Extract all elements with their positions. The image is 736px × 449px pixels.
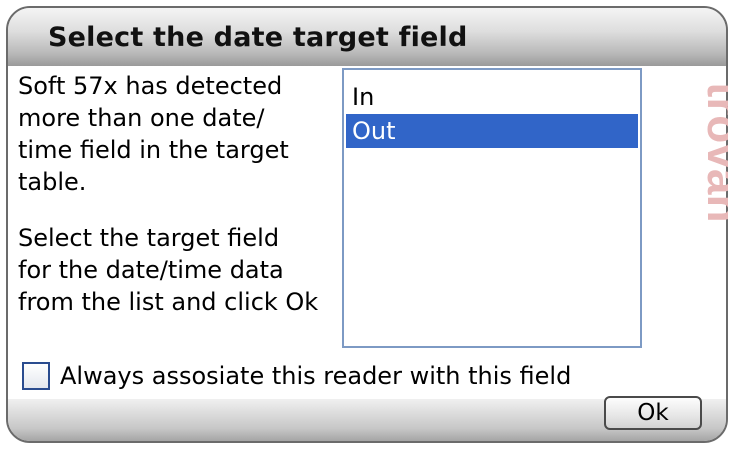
target-field-listbox[interactable]: In Out (342, 68, 642, 348)
instruction-line: Select the target field (18, 224, 280, 252)
dialog-title: Select the date target field (48, 22, 468, 53)
instruction-line: for the date/time data (18, 256, 284, 284)
title-bar[interactable]: Select the date target field (8, 8, 726, 66)
list-item-out[interactable]: Out (346, 114, 638, 148)
instruction-text: Select the target field for the date/tim… (18, 222, 348, 318)
description-line: table. (18, 168, 87, 196)
description-line: time field in the target (18, 136, 289, 164)
description-line: Soft 57x has detected (18, 72, 283, 100)
always-associate-label[interactable]: Always assosiate this reader with this f… (60, 360, 571, 392)
watermark-text: trovan (698, 82, 728, 223)
description-line: more than one date/ (18, 104, 265, 132)
instruction-line: from the list and click Ok (18, 288, 319, 316)
always-associate-checkbox[interactable] (22, 362, 50, 390)
description-text: Soft 57x has detected more than one date… (18, 70, 348, 198)
list-item-in[interactable]: In (346, 80, 638, 114)
trovan-watermark-logo: trovan (698, 82, 728, 223)
ok-button[interactable]: Ok (604, 396, 702, 430)
